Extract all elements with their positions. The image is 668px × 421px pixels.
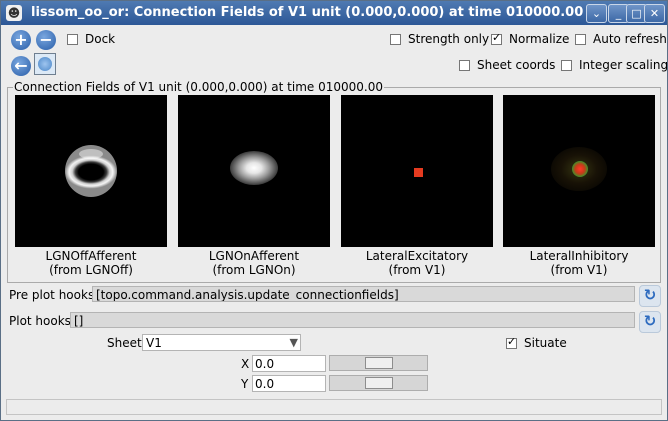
dock-label: Dock (85, 32, 116, 46)
plot-name-2: LGNOnAfferent (208, 249, 300, 263)
pre-plot-hooks-refresh-button[interactable]: ↻ (639, 285, 661, 307)
y-slider-thumb[interactable] (365, 377, 393, 389)
strength-only-checkbox-box[interactable] (390, 33, 401, 45)
zoom-out-button[interactable]: − (36, 30, 56, 50)
plot-hooks-refresh-button[interactable]: ↻ (639, 311, 661, 333)
off-field-highlight (79, 149, 103, 159)
x-slider-thumb[interactable] (365, 357, 393, 369)
y-label: Y (241, 377, 249, 391)
x-input[interactable]: 0.0 (252, 355, 326, 372)
zoom-in-button[interactable]: + (11, 30, 31, 50)
sheet-label: Sheet (107, 336, 142, 350)
title-bar[interactable]: ☻ lissom_oo_or: Connection Fields of V1 … (1, 1, 667, 25)
integer-scaling-checkbox-box[interactable] (561, 59, 572, 71)
integer-scaling-label: Integer scaling (579, 58, 668, 72)
strength-only-checkbox[interactable]: Strength only (390, 32, 489, 46)
excitatory-field-dot (414, 168, 423, 177)
auto-refresh-checkbox-box[interactable] (575, 33, 586, 45)
sheet-coords-label: Sheet coords (477, 58, 556, 72)
lgn-off-afferent-plot[interactable] (15, 95, 167, 247)
plot-caption-4: LateralInhibitory (from V1) (489, 249, 667, 277)
plot-hooks-field[interactable]: [] (70, 312, 635, 328)
refresh-icon: ↻ (643, 312, 657, 330)
auto-refresh-label: Auto refresh (593, 32, 667, 46)
connection-fields-window: ☻ lissom_oo_or: Connection Fields of V1 … (0, 0, 668, 421)
sheet-coords-checkbox[interactable]: Sheet coords (459, 58, 555, 72)
situate-label: Situate (524, 336, 567, 350)
plots-frame-title: Connection Fields of V1 unit (0.000,0.00… (13, 80, 384, 94)
auto-refresh-checkbox[interactable]: Auto refresh (575, 32, 667, 46)
sheet-select-value: V1 (146, 336, 162, 350)
y-slider[interactable] (329, 375, 428, 391)
lateral-inhibitory-plot[interactable] (503, 95, 655, 247)
plot-name-3: LateralExcitatory (365, 249, 469, 263)
refresh-icon: ↻ (643, 286, 657, 304)
dock-checkbox[interactable]: Dock (67, 32, 115, 46)
plot-hooks-label: Plot hooks (9, 314, 71, 328)
plot-source-2: (from LGNOn) (212, 263, 296, 277)
integer-scaling-checkbox[interactable]: Integer scaling (561, 58, 668, 72)
inhibitory-field-center (572, 161, 588, 177)
plot-caption-1: LGNOffAfferent (from LGNOff) (1, 249, 181, 277)
plot-source-1: (from LGNOff) (49, 263, 133, 277)
sheet-coords-checkbox-box[interactable] (459, 59, 470, 71)
app-icon: ☻ (6, 5, 22, 21)
sheet-select[interactable]: V1 ▼ (142, 334, 301, 351)
close-button[interactable]: ✕ (644, 4, 665, 23)
status-bar (6, 399, 662, 415)
on-field-center (230, 151, 278, 185)
normalize-label: Normalize (509, 32, 570, 46)
plot-caption-2: LGNOnAfferent (from LGNOn) (164, 249, 344, 277)
x-slider[interactable] (329, 355, 428, 371)
pre-plot-hooks-label: Pre plot hooks (9, 288, 95, 302)
dock-checkbox-box[interactable] (67, 33, 78, 45)
situate-checkbox[interactable]: Situate (506, 335, 567, 350)
situate-checkbox-box[interactable] (506, 335, 517, 349)
pre-plot-hooks-field[interactable]: [topo.command.analysis.update_connection… (92, 286, 635, 302)
window-title: lissom_oo_or: Connection Fields of V1 un… (31, 5, 583, 20)
chevron-down-icon: ▼ (289, 336, 298, 349)
plot-name-4: LateralInhibitory (529, 249, 629, 263)
normalize-checkbox[interactable]: Normalize (491, 31, 570, 46)
back-button[interactable]: ← (11, 56, 31, 76)
plot-source-4: (from V1) (550, 263, 608, 277)
plot-source-3: (from V1) (388, 263, 446, 277)
x-label: X (241, 357, 250, 371)
normalize-checkbox-box[interactable] (491, 31, 502, 45)
window-menu-button[interactable]: ⌄ (586, 4, 607, 23)
y-input[interactable]: 0.0 (252, 375, 326, 392)
plot-caption-3: LateralExcitatory (from V1) (327, 249, 507, 277)
forward-button[interactable] (34, 53, 56, 75)
plot-name-1: LGNOffAfferent (45, 249, 137, 263)
lgn-on-afferent-plot[interactable] (178, 95, 330, 247)
forward-icon (38, 57, 52, 71)
lateral-excitatory-plot[interactable] (341, 95, 493, 247)
strength-only-label: Strength only (408, 32, 490, 46)
